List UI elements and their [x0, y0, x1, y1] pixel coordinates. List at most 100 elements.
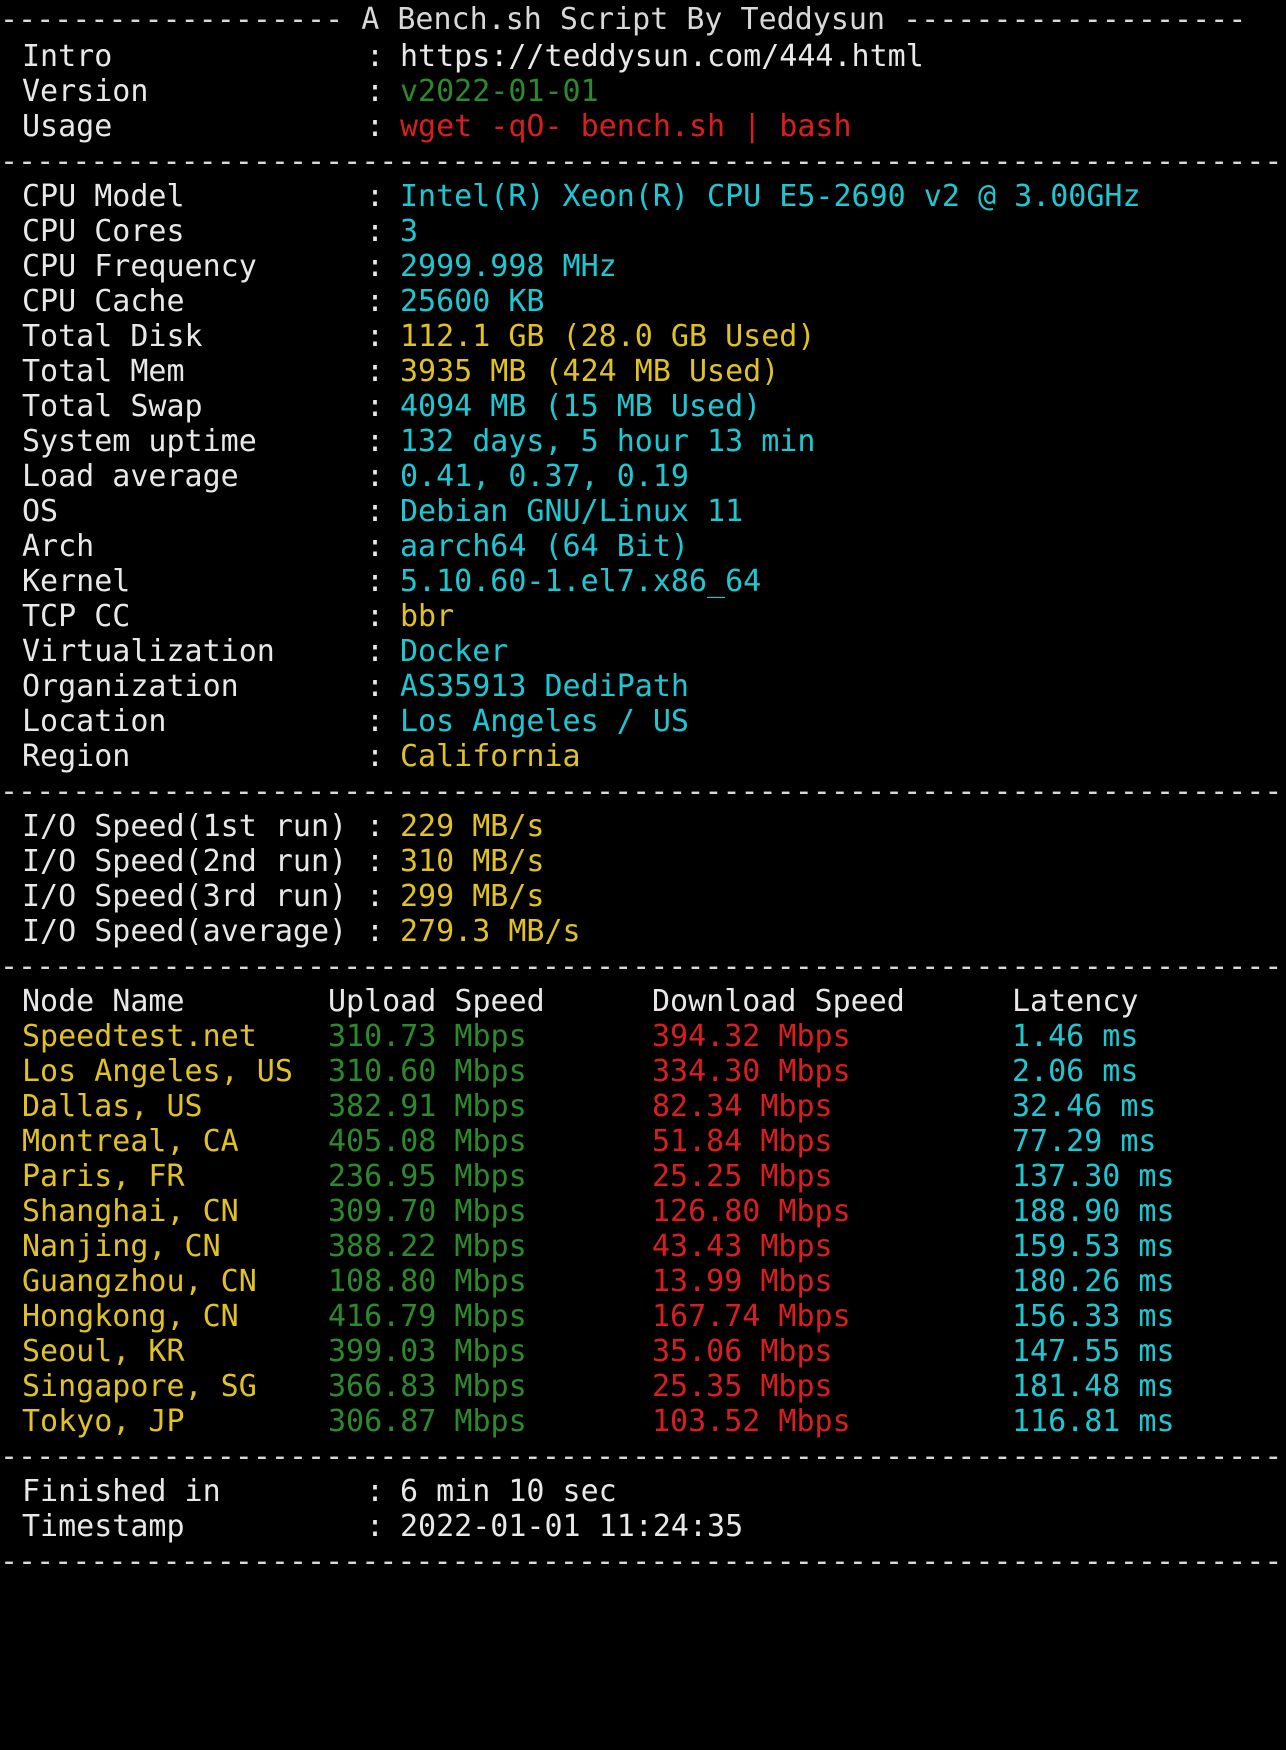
system-key: Arch: [22, 529, 95, 564]
node-name: Shanghai, CN: [22, 1194, 239, 1229]
colon: :: [366, 249, 385, 284]
latency: 77.29 ms: [1012, 1124, 1157, 1159]
colon: :: [366, 879, 385, 914]
download-speed: 126.80 Mbps: [652, 1194, 851, 1229]
footer-row: Timestamp:2022-01-01 11:24:35: [0, 1507, 1286, 1546]
system-row: Arch: aarch64 (64 Bit): [0, 527, 1286, 566]
system-value: 112.1 GB (28.0 GB Used): [400, 319, 816, 354]
upload-speed: 399.03 Mbps: [328, 1334, 527, 1369]
footer-value: 6 min 10 sec: [400, 1474, 617, 1509]
system-row: TCP CC: bbr: [0, 597, 1286, 636]
speed-table-row: Paris, FR 236.95 Mbps 25.25 Mbps 137.30 ms: [0, 1157, 1286, 1196]
system-value: Los Angeles / US: [400, 704, 689, 739]
system-row: Region: California: [0, 737, 1286, 776]
node-name: Seoul, KR: [22, 1334, 185, 1369]
colon: :: [366, 599, 385, 634]
system-value: 4094 MB (15 MB Used): [400, 389, 762, 424]
system-row: Organization: AS35913 DediPath: [0, 667, 1286, 706]
io-row: I/O Speed(average):279.3 MB/s: [0, 912, 1286, 951]
latency: 116.81 ms: [1012, 1404, 1175, 1439]
latency: 181.48 ms: [1012, 1369, 1175, 1404]
system-value: California: [400, 739, 581, 774]
separator-line: ----------------------------------------…: [0, 1439, 1286, 1474]
system-key: CPU Cache: [22, 284, 185, 319]
upload-speed: 405.08 Mbps: [328, 1124, 527, 1159]
system-row: Load average:0.41, 0.37, 0.19: [0, 457, 1286, 496]
download-speed: 394.32 Mbps: [652, 1019, 851, 1054]
colon: :: [366, 634, 385, 669]
download-speed: 334.30 Mbps: [652, 1054, 851, 1089]
latency: 159.53 ms: [1012, 1229, 1175, 1264]
upload-speed: 366.83 Mbps: [328, 1369, 527, 1404]
latency: 137.30 ms: [1012, 1159, 1175, 1194]
title-dashes-left: -------------------: [0, 2, 362, 37]
node-name: Guangzhou, CN: [22, 1264, 257, 1299]
system-key: Total Disk: [22, 319, 203, 354]
colon: :: [366, 739, 385, 774]
io-value: 299 MB/s: [400, 879, 545, 914]
system-key: CPU Cores: [22, 214, 185, 249]
header-key: Intro: [22, 39, 113, 74]
system-key: Load average: [22, 459, 239, 494]
header-row: Version: v2022-01-01: [0, 72, 1286, 111]
speed-table-row: Hongkong, CN 416.79 Mbps 167.74 Mbps 156.33…: [0, 1297, 1286, 1336]
node-name: Nanjing, CN: [22, 1229, 221, 1264]
download-speed: 103.52 Mbps: [652, 1404, 851, 1439]
system-row: Total Disk:112.1 GB (28.0 GB Used): [0, 317, 1286, 356]
footer-key: Finished in: [22, 1474, 221, 1509]
separator-line: ----------------------------------------…: [0, 949, 1286, 984]
system-row: CPU Model: Intel(R) Xeon(R) CPU E5-2690 v…: [0, 177, 1286, 216]
separator-line: ----------------------------------------…: [0, 774, 1286, 809]
speed-table-row: Speedtest.net 310.73 Mbps 394.32 Mbps 1.46 …: [0, 1017, 1286, 1056]
latency: 147.55 ms: [1012, 1334, 1175, 1369]
colon: :: [366, 669, 385, 704]
speed-table-row: Guangzhou, CN 108.80 Mbps 13.99 Mbps 180.26…: [0, 1262, 1286, 1301]
upload-speed: 309.70 Mbps: [328, 1194, 527, 1229]
system-row: Total Swap:4094 MB (15 MB Used): [0, 387, 1286, 426]
speed-table-row: Montreal, CA 405.08 Mbps 51.84 Mbps 77.29 m…: [0, 1122, 1286, 1161]
title-line: ------------------- A Bench.sh Script By…: [0, 0, 1286, 39]
system-value: Docker: [400, 634, 509, 669]
header-key: Usage: [22, 109, 113, 144]
upload-speed: 416.79 Mbps: [328, 1299, 527, 1334]
download-speed: 25.25 Mbps: [652, 1159, 833, 1194]
colon: :: [366, 704, 385, 739]
download-speed: 13.99 Mbps: [652, 1264, 833, 1299]
system-row: OS: Debian GNU/Linux 11: [0, 492, 1286, 531]
system-key: Kernel: [22, 564, 131, 599]
colon: :: [366, 319, 385, 354]
latency: 32.46 ms: [1012, 1089, 1157, 1124]
column-header: Upload Speed: [328, 984, 545, 1019]
upload-speed: 306.87 Mbps: [328, 1404, 527, 1439]
upload-speed: 236.95 Mbps: [328, 1159, 527, 1194]
io-key: I/O Speed(2nd run): [22, 844, 348, 879]
system-key: OS: [22, 494, 59, 529]
upload-speed: 388.22 Mbps: [328, 1229, 527, 1264]
colon: :: [366, 459, 385, 494]
colon: :: [366, 354, 385, 389]
node-name: Los Angeles, US: [22, 1054, 293, 1089]
speed-table-row: Seoul, KR 399.03 Mbps 35.06 Mbps 147.55 ms: [0, 1332, 1286, 1371]
system-key: Location: [22, 704, 167, 739]
download-speed: 25.35 Mbps: [652, 1369, 833, 1404]
system-key: Organization: [22, 669, 239, 704]
terminal-window: ------------------- A Bench.sh Script By…: [0, 0, 1286, 1750]
speed-table-row: Los Angeles, US 310.60 Mbps 334.30 Mbps 2.0…: [0, 1052, 1286, 1091]
column-header: Latency: [1012, 984, 1139, 1019]
system-value: 5.10.60-1.el7.x86_64: [400, 564, 762, 599]
node-name: Hongkong, CN: [22, 1299, 239, 1334]
header-value: wget -qO- bench.sh | bash: [400, 109, 852, 144]
system-value: bbr: [400, 599, 455, 634]
system-row: System uptime:132 days, 5 hour 13 min: [0, 422, 1286, 461]
system-key: CPU Frequency: [22, 249, 257, 284]
colon: :: [366, 914, 385, 949]
latency: 188.90 ms: [1012, 1194, 1175, 1229]
download-speed: 43.43 Mbps: [652, 1229, 833, 1264]
system-key: Total Mem: [22, 354, 185, 389]
header-row: Intro: https://teddysun.com/444.html: [0, 37, 1286, 76]
download-speed: 51.84 Mbps: [652, 1124, 833, 1159]
system-row: CPU Cores:3: [0, 212, 1286, 251]
speed-table-row: Shanghai, CN 309.70 Mbps 126.80 Mbps 188.90…: [0, 1192, 1286, 1231]
io-key: I/O Speed(3rd run): [22, 879, 348, 914]
colon: :: [366, 844, 385, 879]
